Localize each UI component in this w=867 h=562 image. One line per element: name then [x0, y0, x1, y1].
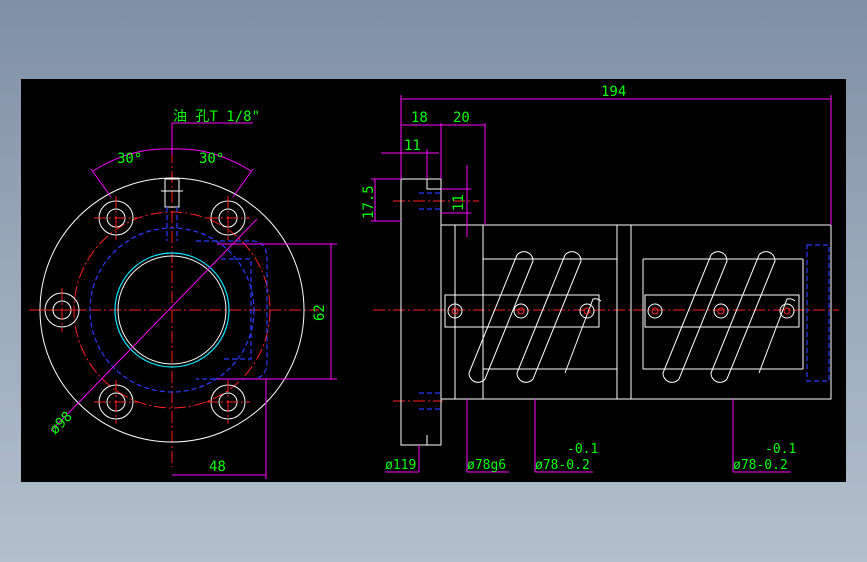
dia-78-b-label: ø78-0.2 — [733, 458, 788, 473]
dim-18-label: 18 — [411, 110, 428, 126]
oil-hole-label: 油 孔T 1/8" — [173, 109, 260, 125]
angle-right-label: 30° — [199, 151, 224, 167]
dim-194-label: 194 — [601, 84, 626, 100]
dia-78g6-label: ø78g6 — [467, 458, 506, 473]
bolt-hole-bottom-right — [206, 380, 250, 424]
screw-2 — [513, 303, 529, 319]
angle-ext-right — [232, 168, 254, 198]
diameter-98-leader — [50, 218, 258, 432]
angle-left-label: 30° — [117, 151, 142, 167]
tol-b-label: -0.1 — [765, 442, 796, 457]
nut-body-right — [630, 224, 832, 400]
dim-48-label: 48 — [209, 459, 226, 475]
dim-17-5-label: 17.5 — [361, 185, 377, 219]
angle-ext-left — [90, 168, 112, 198]
nut-body-left — [440, 224, 618, 400]
dia-119-label: ø119 — [385, 458, 416, 473]
dim-11-top-label: 11 — [404, 138, 421, 154]
spacer — [616, 224, 632, 400]
bolt-hole-bottom-left — [94, 380, 138, 424]
tol-a-label: -0.1 — [567, 442, 598, 457]
screw-5 — [713, 303, 729, 319]
front-view: 油 孔T 1/8" 30° 30° ø98 62 48 — [29, 109, 337, 479]
dim-11-vert-label: 11 — [451, 194, 467, 211]
dia-78-a-label: ø78-0.2 — [535, 458, 590, 473]
diameter-98-label: ø98 — [47, 409, 76, 438]
dim-62-label: 62 — [312, 304, 328, 321]
cad-drawing-canvas[interactable]: 油 孔T 1/8" 30° 30° ø98 62 48 194 18 20 11… — [21, 79, 846, 482]
screw-4 — [647, 303, 663, 319]
dim-20-label: 20 — [453, 110, 470, 126]
side-view: 194 18 20 11 17.5 11 ø119 ø78g6 -0.1 ø78… — [361, 84, 839, 473]
side-flange — [400, 178, 442, 446]
bolt-hole-top-left — [94, 196, 138, 240]
